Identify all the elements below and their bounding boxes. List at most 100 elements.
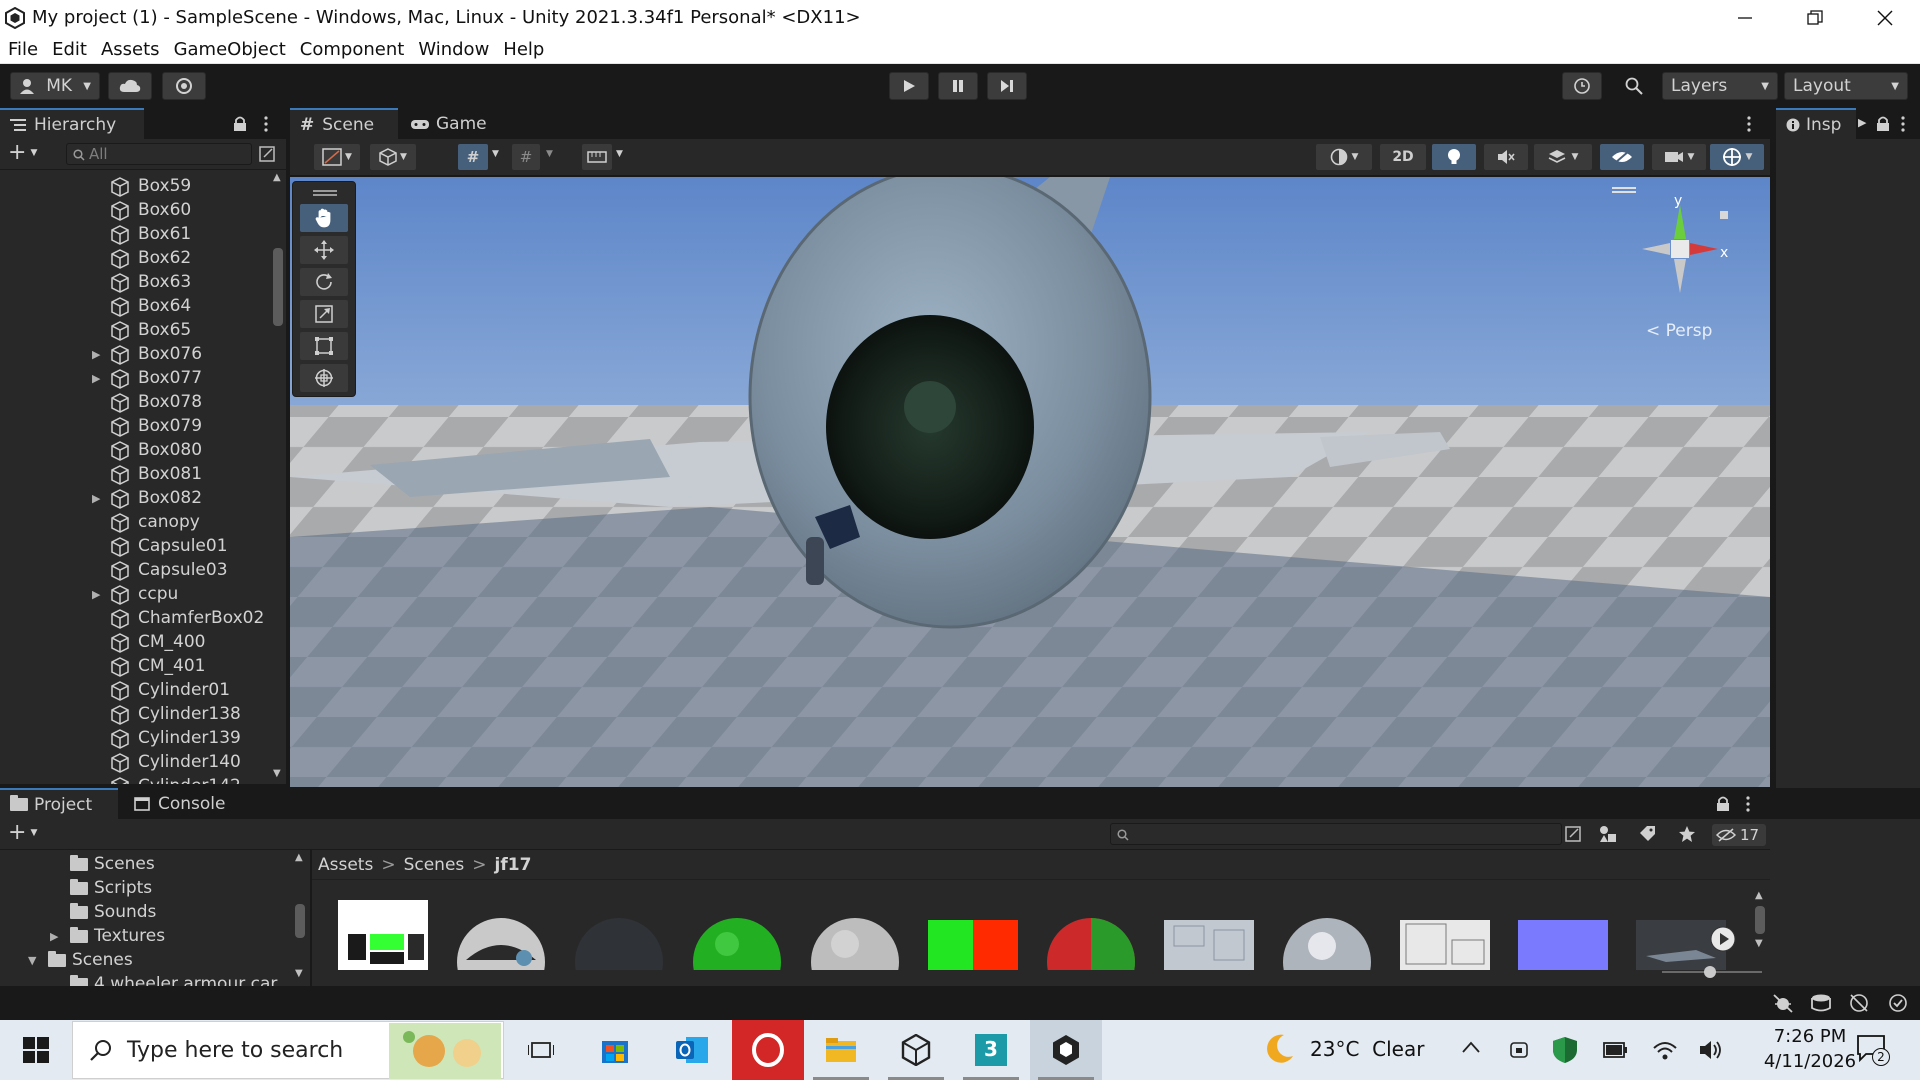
menu-edit[interactable]: Edit	[52, 39, 87, 60]
hierarchy-item[interactable]: Box64	[0, 294, 270, 318]
hierarchy-item[interactable]: Box60	[0, 198, 270, 222]
palette-grip[interactable]	[313, 190, 337, 192]
wifi-icon[interactable]	[1653, 1040, 1677, 1060]
increment-snap-button[interactable]	[582, 144, 612, 170]
star-icon[interactable]	[1678, 825, 1696, 843]
step-button[interactable]	[987, 72, 1027, 100]
gizmo-lock[interactable]	[1720, 211, 1728, 219]
hierarchy-item[interactable]: Box080	[0, 438, 270, 462]
hierarchy-item[interactable]: ▶ ccpu	[0, 582, 270, 606]
gizmo-y-axis[interactable]	[1674, 205, 1686, 239]
hierarchy-item[interactable]: Box59	[0, 174, 270, 198]
create-asset-button[interactable]: + ▼	[8, 822, 37, 844]
scene-visibility-toggle[interactable]	[1600, 144, 1644, 170]
taskbar-search-input[interactable]: Type here to search	[72, 1021, 504, 1079]
play-button[interactable]	[889, 72, 929, 100]
hierarchy-item[interactable]: Box63	[0, 270, 270, 294]
tab-console[interactable]: Console	[124, 788, 254, 819]
account-dropdown[interactable]: MK ▼	[10, 72, 100, 100]
taskbar-opera[interactable]	[732, 1020, 804, 1080]
asset-thumbnail[interactable]	[1518, 900, 1608, 970]
rotate-tool-button[interactable]	[300, 268, 348, 296]
cloud-button[interactable]	[108, 72, 152, 100]
gizmo-neg-y-axis[interactable]	[1674, 259, 1686, 293]
lock-icon[interactable]	[1716, 796, 1730, 812]
asset-thumbnail[interactable]	[574, 900, 664, 970]
hierarchy-scroll-thumb[interactable]	[273, 248, 283, 326]
grid-snap-toggle[interactable]: #	[458, 144, 488, 170]
expand-arrow-icon[interactable]: ▶	[50, 930, 58, 943]
filter-type-icon[interactable]	[1598, 825, 1618, 843]
hierarchy-item[interactable]: Cylinder140	[0, 750, 270, 774]
hierarchy-item[interactable]: canopy	[0, 510, 270, 534]
asset-thumbnail[interactable]	[810, 900, 900, 970]
meet-now-icon[interactable]	[1508, 1039, 1530, 1061]
hierarchy-item[interactable]: Box079	[0, 414, 270, 438]
hierarchy-search-input[interactable]: All	[66, 143, 252, 165]
hierarchy-item[interactable]: Cylinder142	[0, 774, 270, 784]
scale-tool-button[interactable]	[300, 300, 348, 328]
layers-dropdown[interactable]: Layers ▼	[1662, 72, 1778, 100]
undo-history-button[interactable]	[1562, 72, 1602, 100]
breadcrumb-assets[interactable]: Assets	[318, 855, 373, 875]
asset-thumbnail[interactable]	[928, 900, 1018, 970]
scroll-up-icon[interactable]: ▲	[295, 852, 303, 863]
project-tree-scroll-thumb[interactable]	[295, 904, 305, 938]
create-button[interactable]: + ▼	[8, 142, 37, 164]
kebab-menu-icon[interactable]	[1900, 116, 1906, 132]
taskbar-unity-hub[interactable]	[880, 1020, 952, 1080]
show-hidden-icons-button[interactable]	[1462, 1038, 1480, 1057]
hierarchy-scrollbar[interactable]: ▲ ▼	[270, 170, 286, 784]
tab-hierarchy[interactable]: Hierarchy	[0, 108, 144, 139]
scroll-down-icon[interactable]: ▼	[1755, 938, 1763, 949]
hierarchy-item[interactable]: Capsule03	[0, 558, 270, 582]
project-folder-item[interactable]: Scenes	[70, 852, 155, 876]
project-folder-item[interactable]: Scripts	[70, 876, 152, 900]
scroll-up-icon[interactable]: ▲	[1755, 890, 1763, 901]
kebab-menu-icon[interactable]	[263, 116, 269, 132]
layout-dropdown[interactable]: Layout ▼	[1784, 72, 1908, 100]
rect-tool-button[interactable]	[300, 332, 348, 360]
asset-scroll-thumb[interactable]	[1755, 906, 1765, 934]
audio-toggle[interactable]	[1484, 144, 1528, 170]
expand-arrow-icon[interactable]: ▶	[92, 492, 102, 505]
clock[interactable]: 7:26 PM 4/11/2026	[1760, 1026, 1860, 1072]
hierarchy-item[interactable]: Box65	[0, 318, 270, 342]
hierarchy-item[interactable]: ▶ Box077	[0, 366, 270, 390]
menu-component[interactable]: Component	[300, 39, 405, 60]
hierarchy-item[interactable]: ▶ Box076	[0, 342, 270, 366]
project-folder-item[interactable]: 4 wheeler armour car	[70, 972, 277, 986]
taskbar-file-explorer[interactable]	[805, 1020, 877, 1080]
menu-file[interactable]: File	[8, 39, 38, 60]
gizmos-dropdown[interactable]: ▼	[1710, 144, 1764, 170]
gizmo-x-axis[interactable]	[1690, 243, 1718, 255]
expand-arrow-icon[interactable]: ▶	[92, 348, 102, 361]
scene-visibility-icon[interactable]	[258, 145, 276, 163]
breadcrumb-scenes[interactable]: Scenes	[404, 855, 465, 875]
expand-arrow-icon[interactable]: ▼	[28, 954, 36, 967]
cache-icon[interactable]	[1810, 993, 1832, 1013]
gizmo-neg-x-axis[interactable]	[1642, 243, 1670, 255]
task-view-button[interactable]	[505, 1020, 577, 1080]
project-search-input[interactable]	[1110, 823, 1562, 845]
tab-inspector[interactable]: Insp	[1776, 108, 1856, 139]
menu-help[interactable]: Help	[503, 39, 544, 60]
lock-icon[interactable]	[233, 116, 247, 132]
volume-icon[interactable]	[1699, 1039, 1725, 1061]
taskbar-microsoft-store[interactable]	[579, 1020, 651, 1080]
asset-thumbnail[interactable]	[456, 900, 546, 970]
taskbar-unity-editor[interactable]	[1030, 1020, 1102, 1080]
gizmo-center[interactable]	[1671, 240, 1689, 258]
asset-thumbnail[interactable]	[1282, 900, 1372, 970]
render-mode-dropdown[interactable]: ▼	[370, 144, 416, 170]
lighting-toggle[interactable]	[1432, 144, 1476, 170]
hierarchy-item[interactable]: Cylinder01	[0, 678, 270, 702]
tab-project[interactable]: Project	[0, 788, 118, 819]
chevron-down-icon[interactable]: ▼	[546, 149, 553, 159]
orientation-gizmo[interactable]	[1630, 193, 1730, 323]
pause-button[interactable]	[938, 72, 978, 100]
kebab-menu-icon[interactable]	[1745, 796, 1751, 812]
restore-button[interactable]	[1780, 0, 1850, 35]
tag-icon[interactable]	[1638, 825, 1656, 843]
asset-thumbnail[interactable]	[1046, 900, 1136, 970]
